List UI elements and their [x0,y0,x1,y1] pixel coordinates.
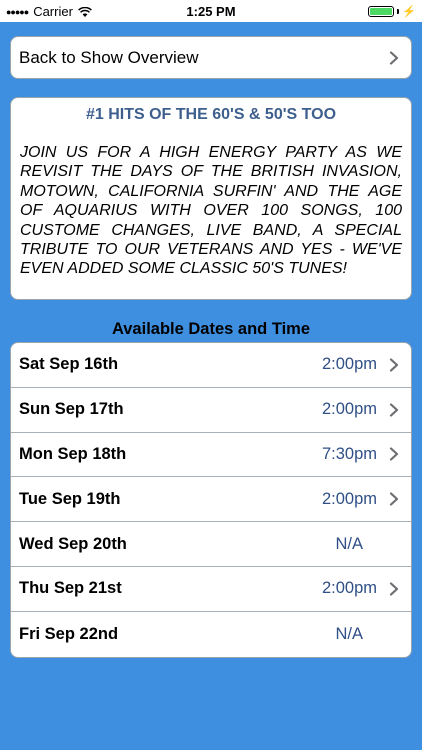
time-label: 2:00pm [321,489,377,508]
time-label: 2:00pm [321,355,377,374]
date-label: Sun Sep 17th [19,400,124,419]
time-label-unavailable: N/A [335,534,363,553]
battery-icon [368,6,395,17]
date-label: Wed Sep 20th [19,534,127,553]
dates-list: Sat Sep 16th 2:00pm Sun Sep 17th 2:00pm … [10,342,412,658]
show-title: #1 HITS OF THE 60'S & 50'S TOO [85,106,337,123]
date-row-sun-sep-17[interactable]: Sun Sep 17th 2:00pm [11,388,411,433]
status-right: ⚡ [368,5,416,18]
time-label: 7:30pm [321,444,377,463]
back-to-show-overview-button[interactable]: Back to Show Overview [10,36,412,79]
date-label: Sat Sep 16th [19,355,119,374]
time-label: 2:00pm [321,579,377,598]
date-row-wed-sep-20: Wed Sep 20th N/A [11,522,411,567]
date-label: Thu Sep 21st [19,579,122,598]
date-row-mon-sep-18[interactable]: Mon Sep 18th 7:30pm [11,433,411,478]
battery-fill [370,8,393,15]
time-label: 2:00pm [321,400,377,419]
chevron-right-icon [387,492,401,506]
back-button-label: Back to Show Overview [19,47,199,67]
date-label: Tue Sep 19th [19,489,121,508]
chevron-right-icon [387,50,401,65]
status-bar: ●●●●● Carrier 1:25 PM ⚡ [0,0,422,22]
show-info-card: #1 HITS OF THE 60'S & 50'S TOO JOIN US F… [10,97,412,300]
chevron-right-icon [387,403,401,417]
chevron-right-icon [387,447,401,462]
date-label: Fri Sep 22nd [19,624,119,643]
date-row-thu-sep-21[interactable]: Thu Sep 21st 2:00pm [11,567,411,612]
time-label-unavailable: N/A [335,624,363,643]
show-description: JOIN US FOR A HIGH ENERGY PARTY AS WE RE… [20,144,402,278]
battery-cap [397,9,400,14]
date-row-fri-sep-22: Fri Sep 22nd N/A [11,612,411,657]
bolt-icon: ⚡ [402,6,416,18]
date-label: Mon Sep 18th [19,444,127,463]
status-time: 1:25 PM [186,4,236,19]
chevron-right-icon [387,582,401,596]
date-row-sat-sep-16[interactable]: Sat Sep 16th 2:00pm [11,343,411,388]
dates-heading: Available Dates and Time [111,320,311,338]
date-row-tue-sep-19[interactable]: Tue Sep 19th 2:00pm [11,477,411,523]
chevron-right-icon [387,358,401,372]
